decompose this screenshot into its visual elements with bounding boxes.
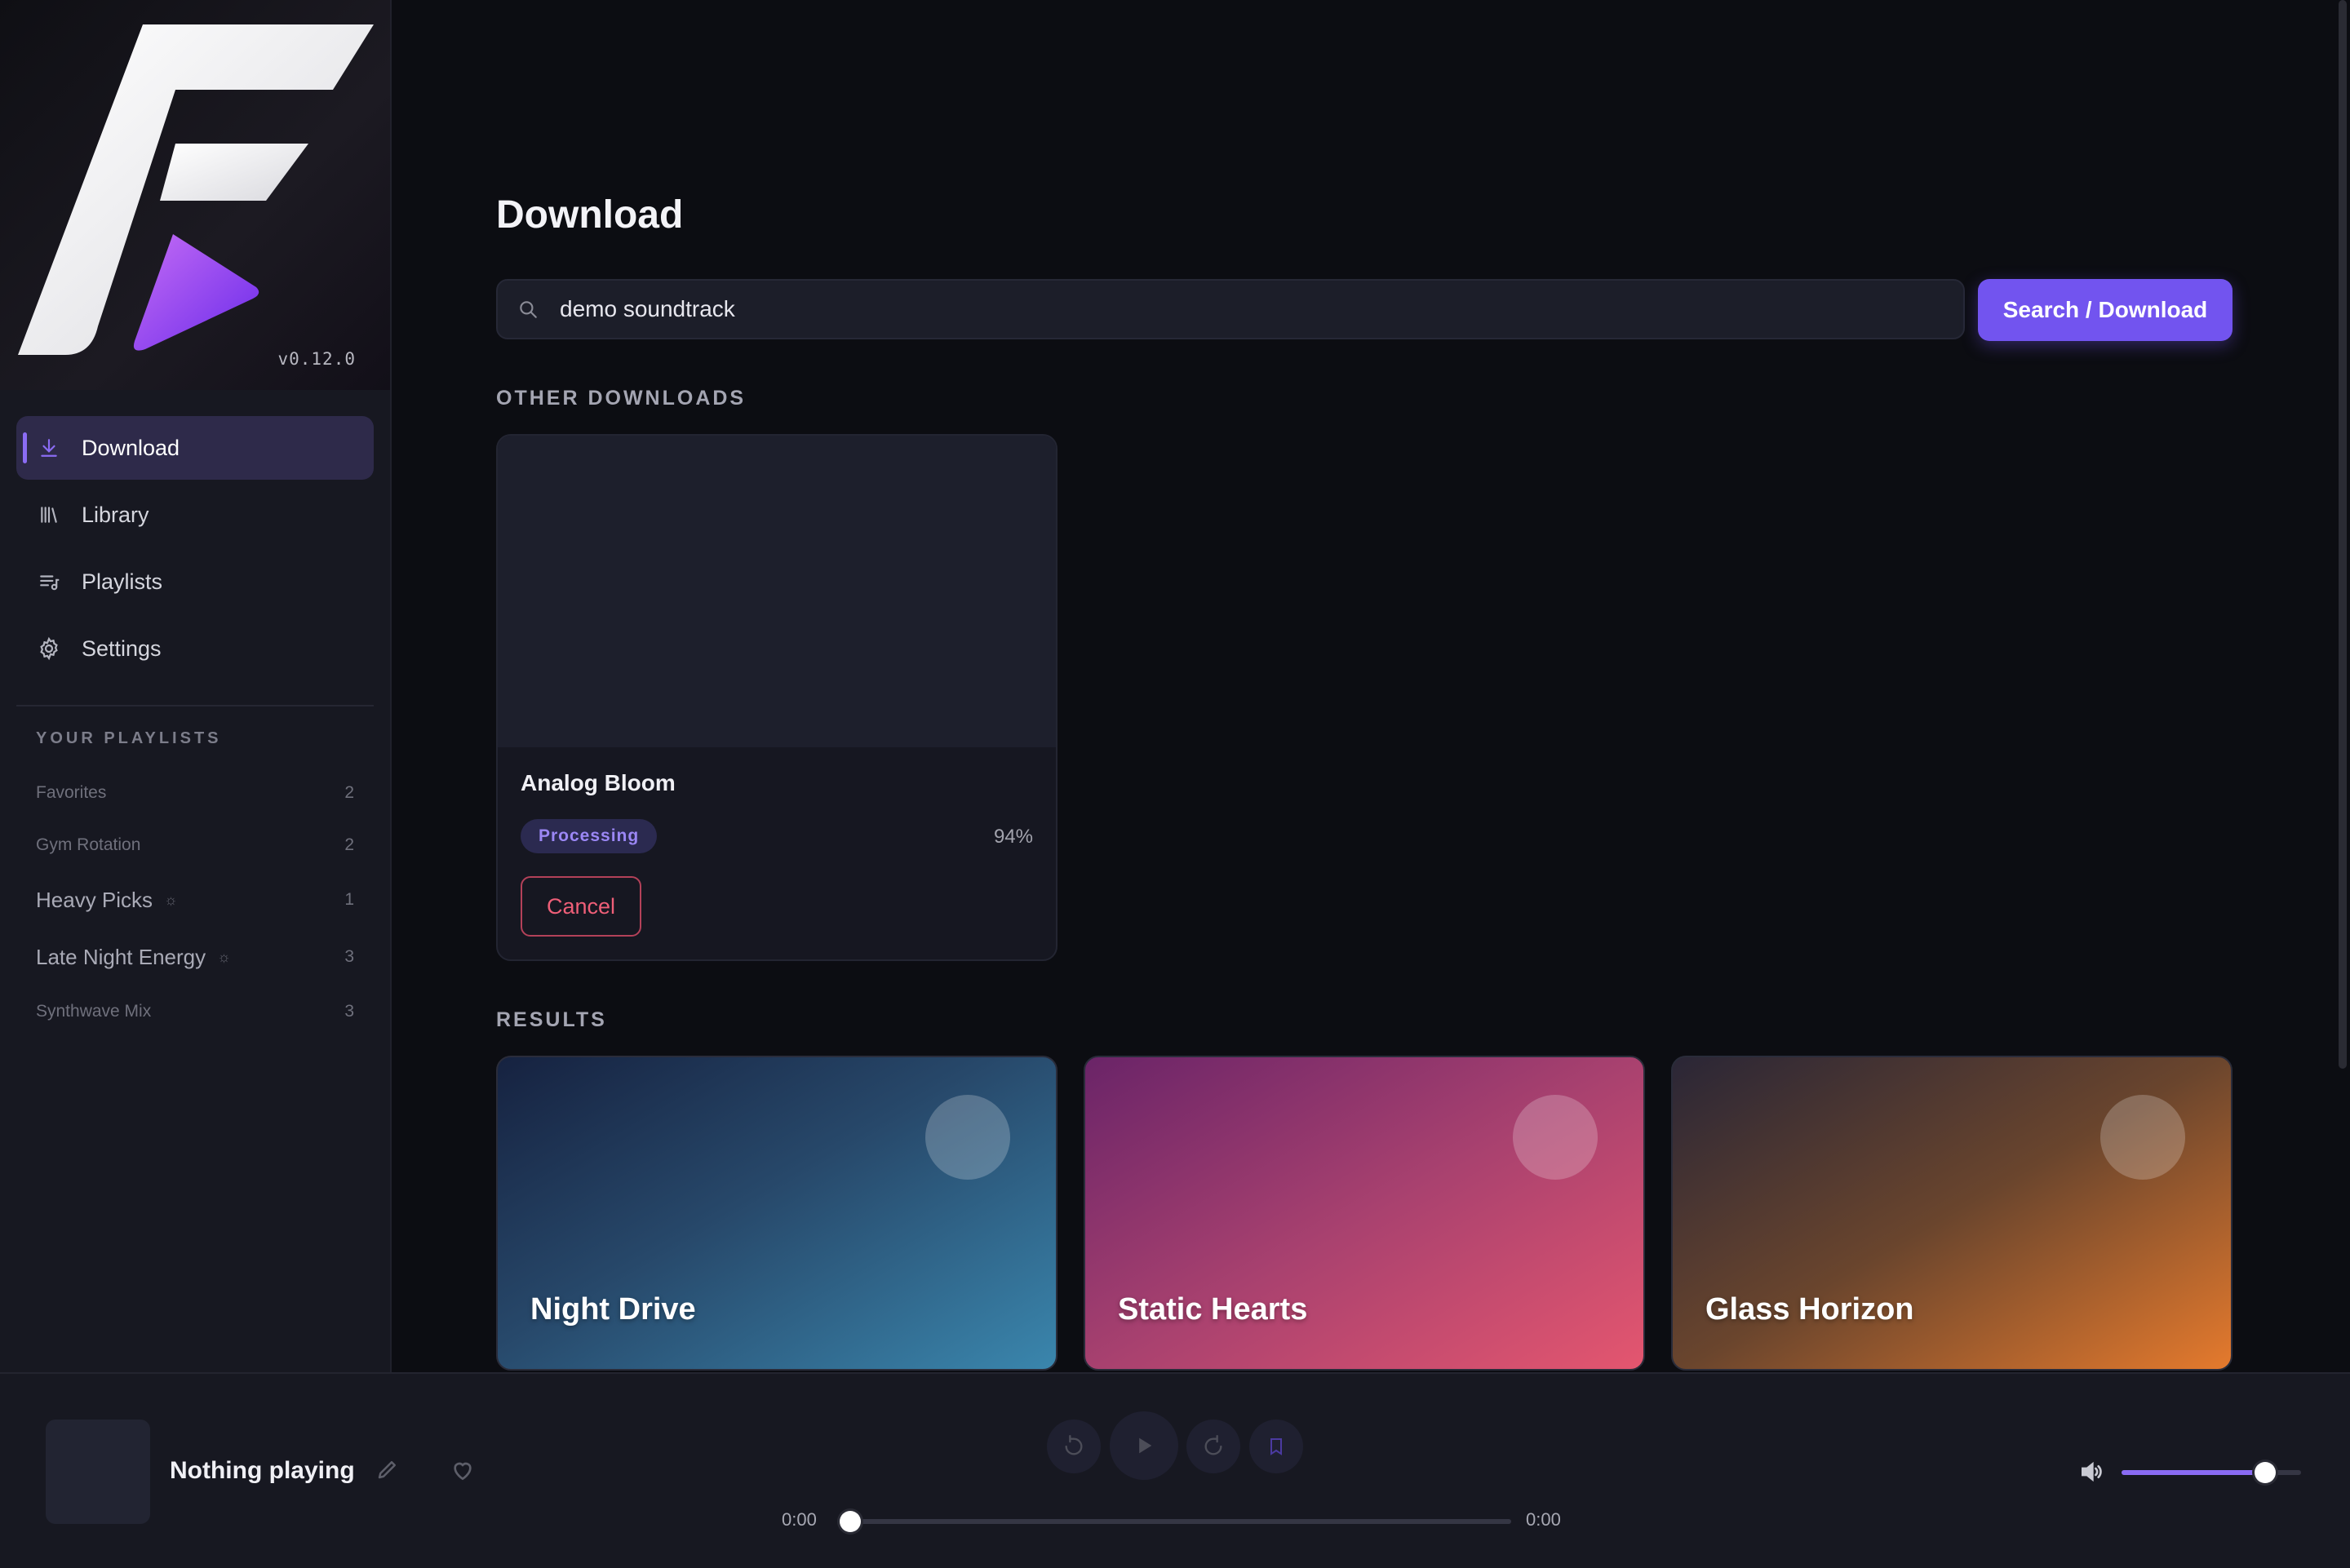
playlist-item[interactable]: Heavy Picks ☼ 1 bbox=[36, 871, 354, 928]
playlist-item[interactable]: Favorites 2 bbox=[36, 767, 354, 819]
seek-bar[interactable] bbox=[850, 1519, 1511, 1524]
playlist-item[interactable]: Gym Rotation 2 bbox=[36, 819, 354, 871]
result-title: Night Drive bbox=[530, 1292, 696, 1327]
search-input[interactable] bbox=[558, 295, 1963, 323]
elapsed-time: 0:00 bbox=[782, 1509, 817, 1530]
edit-icon[interactable] bbox=[375, 1457, 403, 1485]
nav-download-label: Download bbox=[82, 435, 180, 460]
other-downloads-heading: OTHER DOWNLOADS bbox=[496, 387, 747, 410]
cancel-button[interactable]: Cancel bbox=[521, 876, 641, 937]
result-art-circle bbox=[2100, 1095, 2185, 1180]
result-card[interactable]: Night Drive bbox=[496, 1056, 1058, 1371]
playlist-name: Late Night Energy bbox=[36, 944, 206, 969]
playlist-item[interactable]: Late Night Energy ☼ 3 bbox=[36, 928, 354, 986]
playlist-count: 3 bbox=[344, 1002, 354, 1021]
result-card[interactable]: Glass Horizon bbox=[1671, 1056, 2232, 1371]
download-progress: 94% bbox=[993, 826, 1033, 848]
download-card: Analog Bloom Processing 94% Cancel bbox=[496, 434, 1058, 961]
search-bar bbox=[496, 279, 1965, 339]
playlist-icon bbox=[36, 569, 62, 595]
app-version: v0.12.0 bbox=[277, 349, 356, 369]
playlist-name: Favorites bbox=[36, 783, 107, 802]
status-badge: Processing bbox=[521, 819, 658, 853]
download-thumbnail bbox=[498, 436, 1056, 747]
nav-download[interactable]: Download bbox=[16, 416, 374, 480]
duration-time: 0:00 bbox=[1526, 1509, 1561, 1530]
playlist-count: 3 bbox=[344, 947, 354, 966]
nav-playlists[interactable]: Playlists bbox=[16, 550, 374, 613]
playlists-heading: YOUR PLAYLISTS bbox=[36, 729, 222, 747]
app-logo: v0.12.0 bbox=[0, 0, 390, 390]
bookmark-icon bbox=[1270, 1438, 1282, 1455]
heart-icon[interactable] bbox=[449, 1457, 480, 1486]
download-title: Analog Bloom bbox=[521, 770, 676, 795]
bookmark-button[interactable] bbox=[1249, 1420, 1303, 1473]
gear-icon bbox=[36, 636, 62, 662]
nav-settings[interactable]: Settings bbox=[16, 617, 374, 680]
result-title: Static Hearts bbox=[1118, 1292, 1308, 1327]
volume-thumb[interactable] bbox=[2255, 1462, 2276, 1483]
sparkle-icon: ☼ bbox=[217, 948, 231, 965]
nav-settings-label: Settings bbox=[82, 636, 162, 661]
forward-button[interactable] bbox=[1186, 1420, 1240, 1473]
seek-thumb[interactable] bbox=[840, 1511, 861, 1532]
now-playing-title: Nothing playing bbox=[170, 1457, 355, 1484]
result-card[interactable]: Static Hearts bbox=[1084, 1056, 1645, 1371]
rewind-button[interactable] bbox=[1047, 1420, 1101, 1473]
playlist-name: Synthwave Mix bbox=[36, 1002, 152, 1021]
search-icon bbox=[517, 299, 543, 320]
sidebar: v0.12.0 Download Library Playlists Setti… bbox=[0, 0, 392, 1372]
playlist-count: 2 bbox=[344, 783, 354, 802]
volume-level bbox=[2122, 1470, 2265, 1475]
download-icon bbox=[36, 435, 62, 461]
nav-library-label: Library bbox=[82, 502, 149, 527]
rewind-icon bbox=[1065, 1435, 1083, 1455]
playlist-name: Gym Rotation bbox=[36, 835, 141, 854]
player-bar: Nothing playing 0:00 0:00 bbox=[0, 1372, 2350, 1568]
playlist-item[interactable]: Synthwave Mix 3 bbox=[36, 986, 354, 1038]
nav-library[interactable]: Library bbox=[16, 483, 374, 547]
forward-icon bbox=[1204, 1435, 1222, 1455]
playlist-count: 1 bbox=[344, 890, 354, 909]
playlist-count: 2 bbox=[344, 835, 354, 854]
page-title: Download bbox=[496, 193, 684, 237]
library-icon bbox=[36, 502, 62, 528]
volume-icon[interactable] bbox=[2077, 1459, 2107, 1486]
result-art-circle bbox=[925, 1095, 1010, 1180]
play-button[interactable] bbox=[1110, 1411, 1178, 1480]
playlist-name: Heavy Picks bbox=[36, 887, 153, 912]
logo-f-icon bbox=[18, 24, 374, 355]
main-scrollbar[interactable] bbox=[2339, 0, 2347, 1069]
result-title: Glass Horizon bbox=[1705, 1292, 1914, 1327]
search-download-button[interactable]: Search / Download bbox=[1978, 279, 2232, 341]
playlist-list: Favorites 2 Gym Rotation 2 Heavy Picks ☼ … bbox=[36, 767, 354, 1038]
results-heading: RESULTS bbox=[496, 1008, 607, 1031]
main-nav: Download Library Playlists Settings bbox=[16, 416, 374, 684]
sidebar-divider bbox=[16, 705, 374, 706]
now-playing-artwork bbox=[46, 1420, 150, 1524]
play-icon bbox=[1139, 1437, 1152, 1454]
nav-playlists-label: Playlists bbox=[82, 569, 163, 594]
sparkle-icon: ☼ bbox=[164, 891, 178, 908]
result-art-circle bbox=[1513, 1095, 1598, 1180]
